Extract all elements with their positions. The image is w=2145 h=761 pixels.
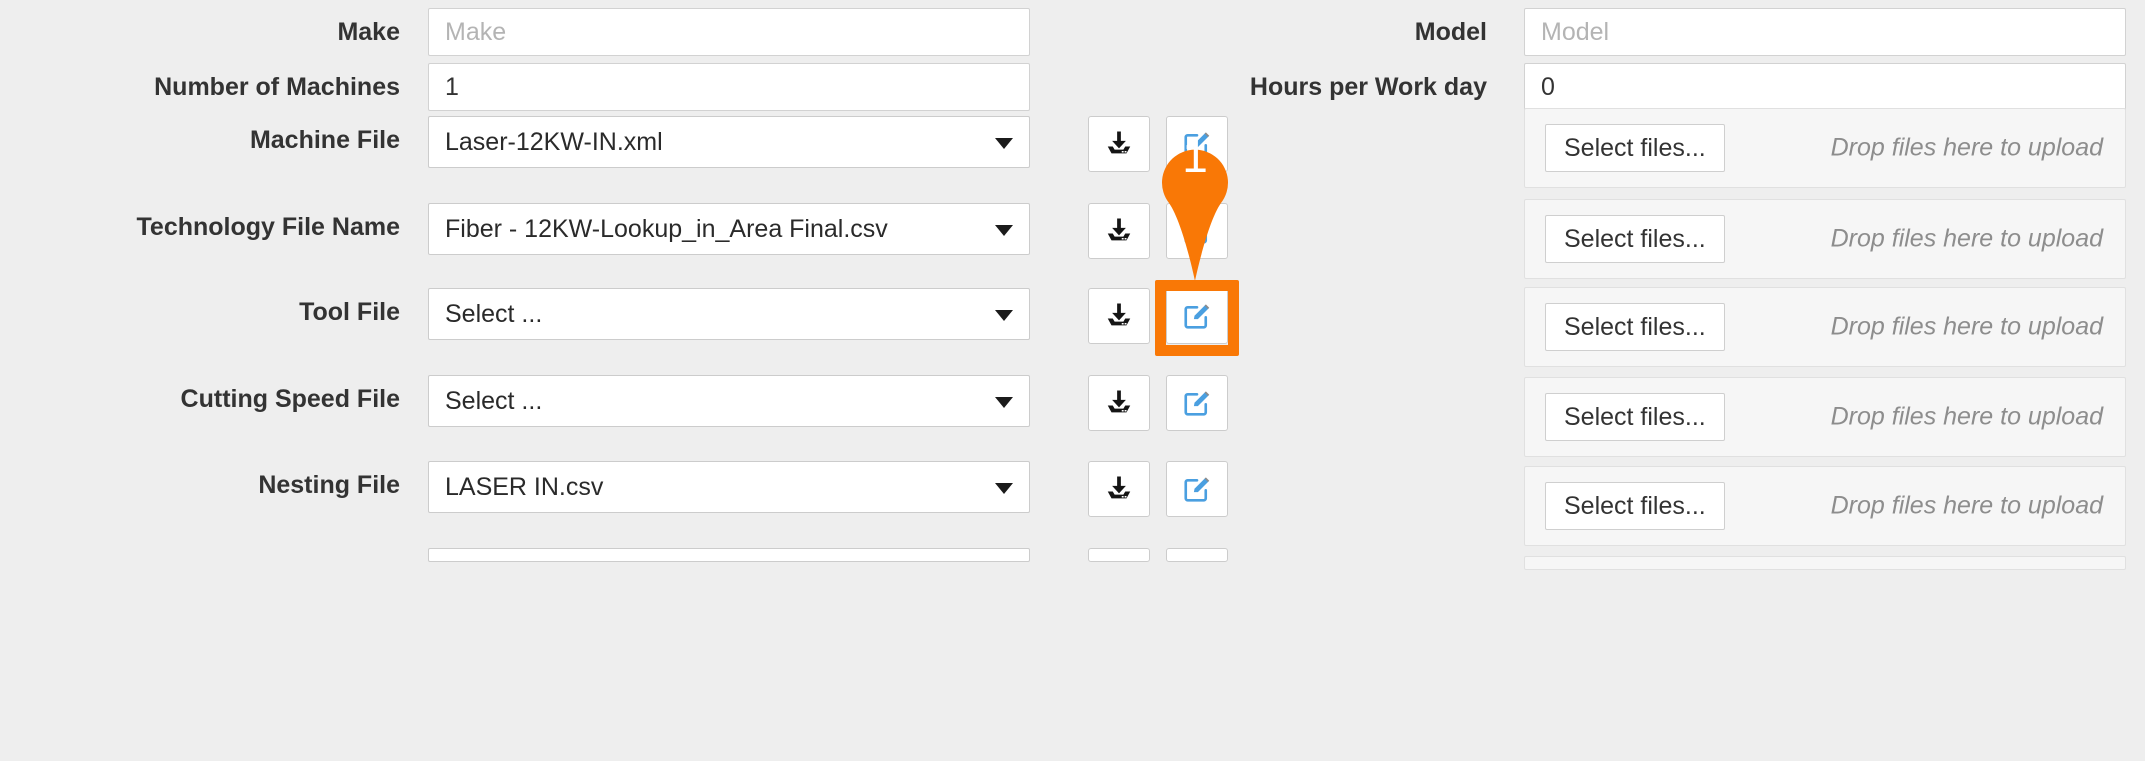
label-nesting-file: Nesting File [0, 461, 400, 509]
label-number-of-machines: Number of Machines [0, 63, 400, 111]
dropzone-technology-file-name[interactable]: Select files... Drop files here to uploa… [1524, 199, 2126, 279]
technology-file-name-select[interactable]: Fiber - 12KW-Lookup_in_Area Final.csv [428, 203, 1030, 255]
download-button-cutting-speed-file[interactable] [1088, 375, 1150, 431]
form-row-partial-next [0, 548, 2145, 562]
download-icon [1104, 301, 1134, 331]
label-hours-per-work-day: Hours per Work day [1060, 63, 1487, 111]
download-icon [1104, 474, 1134, 504]
drop-hint-technology-file-name: Drop files here to upload [1831, 225, 2103, 254]
chevron-down-icon [995, 483, 1013, 494]
label-make: Make [0, 8, 400, 56]
machine-configuration-form: Make Make Model Model Number of Machines… [0, 0, 2145, 761]
nesting-file-select[interactable]: LASER IN.csv [428, 461, 1030, 513]
download-button-machine-file[interactable] [1088, 116, 1150, 172]
tool-file-select[interactable]: Select ... [428, 288, 1030, 340]
cutting-speed-file-select[interactable]: Select ... [428, 375, 1030, 427]
edit-button-partial[interactable] [1166, 548, 1228, 562]
make-input[interactable]: Make [428, 8, 1030, 56]
chevron-down-icon [995, 225, 1013, 236]
download-icon [1104, 129, 1134, 159]
edit-button-nesting-file[interactable] [1166, 461, 1228, 517]
edit-button-cutting-speed-file[interactable] [1166, 375, 1228, 431]
select-files-button-technology-file-name[interactable]: Select files... [1545, 215, 1725, 263]
edit-button-tool-file[interactable] [1166, 288, 1228, 344]
hours-per-work-day-input[interactable]: 0 [1524, 63, 2126, 111]
dropzone-cutting-speed-file[interactable]: Select files... Drop files here to uploa… [1524, 377, 2126, 457]
edit-icon [1182, 301, 1212, 331]
download-button-tool-file[interactable] [1088, 288, 1150, 344]
chevron-down-icon [995, 138, 1013, 149]
dropzone-nesting-file[interactable]: Select files... Drop files here to uploa… [1524, 466, 2126, 546]
form-row-tool-file: Tool File Select ... Select files... [0, 288, 2145, 356]
chevron-down-icon [995, 397, 1013, 408]
drop-hint-nesting-file: Drop files here to upload [1831, 492, 2103, 521]
chevron-down-icon [995, 310, 1013, 321]
edit-icon [1182, 129, 1212, 159]
download-button-nesting-file[interactable] [1088, 461, 1150, 517]
edit-icon [1182, 474, 1212, 504]
machine-file-select[interactable]: Laser-12KW-IN.xml [428, 116, 1030, 168]
form-row-nesting-file: Nesting File LASER IN.csv Select files..… [0, 461, 2145, 529]
download-icon [1104, 388, 1134, 418]
drop-hint-cutting-speed-file: Drop files here to upload [1831, 403, 2103, 432]
download-button-technology-file-name[interactable] [1088, 203, 1150, 259]
select-files-button-nesting-file[interactable]: Select files... [1545, 482, 1725, 530]
download-button-partial[interactable] [1088, 548, 1150, 562]
technology-file-name-select-value: Fiber - 12KW-Lookup_in_Area Final.csv [445, 215, 888, 243]
edit-icon [1182, 216, 1212, 246]
label-tool-file: Tool File [0, 288, 400, 336]
label-model: Model [1060, 8, 1487, 56]
download-icon [1104, 216, 1134, 246]
select-files-button-machine-file[interactable]: Select files... [1545, 124, 1725, 172]
dropzone-partial[interactable] [1524, 556, 2126, 570]
drop-hint-tool-file: Drop files here to upload [1831, 313, 2103, 342]
tool-file-select-value: Select ... [445, 300, 542, 328]
edit-button-technology-file-name[interactable] [1166, 203, 1228, 259]
edit-icon [1182, 388, 1212, 418]
model-input[interactable]: Model [1524, 8, 2126, 56]
machine-file-select-value: Laser-12KW-IN.xml [445, 128, 663, 156]
label-technology-file-name: Technology File Name [0, 203, 400, 251]
cutting-speed-file-select-value: Select ... [445, 387, 542, 415]
dropzone-machine-file[interactable]: Select files... Drop files here to uploa… [1524, 108, 2126, 188]
select-files-button-cutting-speed-file[interactable]: Select files... [1545, 393, 1725, 441]
label-machine-file: Machine File [0, 116, 400, 164]
drop-hint-machine-file: Drop files here to upload [1831, 134, 2103, 163]
form-row-cutting-speed-file: Cutting Speed File Select ... Select fil… [0, 375, 2145, 443]
edit-button-machine-file[interactable] [1166, 116, 1228, 172]
dropzone-tool-file[interactable]: Select files... Drop files here to uploa… [1524, 287, 2126, 367]
number-of-machines-input[interactable]: 1 [428, 63, 1030, 111]
select-files-button-tool-file[interactable]: Select files... [1545, 303, 1725, 351]
form-row-machine-file: Machine File Laser-12KW-IN.xml Select fi… [0, 116, 2145, 184]
label-cutting-speed-file: Cutting Speed File [0, 375, 400, 423]
nesting-file-select-value: LASER IN.csv [445, 473, 603, 501]
next-file-select-partial[interactable] [428, 548, 1030, 562]
form-row-technology-file-name: Technology File Name Fiber - 12KW-Lookup… [0, 203, 2145, 271]
